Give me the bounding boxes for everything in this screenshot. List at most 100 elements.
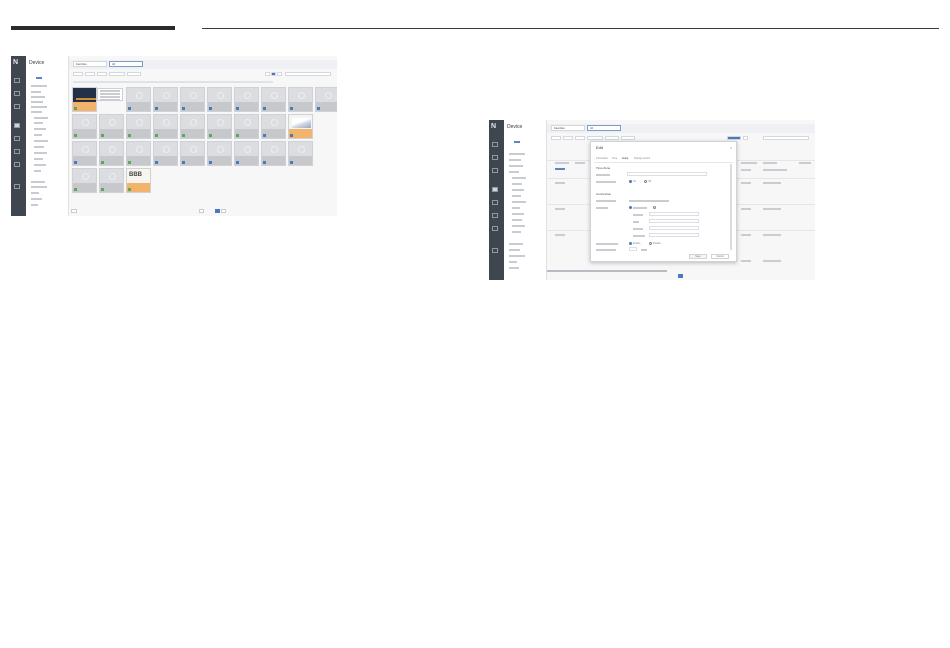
playlist-icon[interactable] <box>14 104 20 109</box>
proxy-radio[interactable] <box>653 206 656 209</box>
tree-item[interactable] <box>31 186 47 188</box>
device-tile[interactable] <box>153 114 178 139</box>
tree-root[interactable] <box>514 141 520 143</box>
settings-icon[interactable] <box>14 162 20 167</box>
tree-item[interactable] <box>509 249 520 251</box>
device-tile[interactable] <box>207 114 232 139</box>
device-tile[interactable] <box>99 114 124 139</box>
tree-item[interactable] <box>509 261 517 263</box>
tab-all[interactable]: All <box>109 61 143 67</box>
toolbar-button[interactable] <box>587 136 603 140</box>
tab-favorites[interactable]: Favorites <box>73 61 107 67</box>
device-tile[interactable] <box>153 141 178 166</box>
tree-item[interactable] <box>512 183 522 185</box>
tree-item[interactable] <box>34 122 43 124</box>
content-icon[interactable] <box>492 155 498 160</box>
tree-item[interactable] <box>512 231 521 233</box>
tree-item[interactable] <box>512 195 521 197</box>
device-tile[interactable] <box>126 87 151 112</box>
tree-item[interactable] <box>31 204 38 206</box>
address-field[interactable] <box>649 212 699 216</box>
dialog-tab-setup[interactable]: Setup <box>622 157 628 160</box>
device-tile[interactable] <box>288 87 313 112</box>
device-tile[interactable] <box>153 87 178 112</box>
tree-item[interactable] <box>34 140 48 142</box>
dst-off-radio[interactable] <box>644 180 647 183</box>
tree-item[interactable] <box>31 192 39 194</box>
device-tile[interactable] <box>261 87 286 112</box>
tab-all[interactable]: All <box>587 125 621 131</box>
enable-radio[interactable] <box>629 242 632 245</box>
toolbar-button[interactable] <box>85 72 95 76</box>
schedule-icon[interactable] <box>492 200 498 205</box>
tree-item[interactable] <box>512 213 524 215</box>
view-thumb-button[interactable] <box>277 72 282 76</box>
device-tile[interactable] <box>234 114 259 139</box>
tree-item[interactable] <box>512 189 524 191</box>
dialog-tab-display-control[interactable]: Display Control <box>634 157 650 160</box>
device-tile[interactable] <box>99 168 124 193</box>
view-grid-button[interactable] <box>743 136 748 140</box>
cancel-button[interactable]: Cancel <box>711 254 729 259</box>
tree-item[interactable] <box>509 267 519 269</box>
device-tile[interactable] <box>99 141 124 166</box>
toolbar-button[interactable] <box>621 136 635 140</box>
toolbar-button[interactable] <box>605 136 619 140</box>
user-icon[interactable] <box>492 213 498 218</box>
device-tile[interactable] <box>234 141 259 166</box>
toolbar-button[interactable] <box>575 136 585 140</box>
dialog-tab-information[interactable]: Information <box>596 157 608 160</box>
tree-item[interactable] <box>34 134 42 136</box>
search-input[interactable] <box>763 136 809 140</box>
device-tile[interactable] <box>288 141 313 166</box>
device-tile[interactable] <box>234 87 259 112</box>
device-tile[interactable]: BBB <box>126 168 151 193</box>
content-icon[interactable] <box>14 91 20 96</box>
tree-item[interactable] <box>509 243 523 245</box>
tree-item[interactable] <box>512 201 526 203</box>
tree-item[interactable] <box>512 225 525 227</box>
toolbar-button[interactable] <box>127 72 141 76</box>
dst-on-radio[interactable] <box>629 180 632 183</box>
tree-item[interactable] <box>31 181 45 183</box>
toolbar-button[interactable] <box>109 72 125 76</box>
tree-item[interactable] <box>31 91 41 93</box>
view-grid-button[interactable] <box>271 72 276 76</box>
tree-item[interactable] <box>31 111 42 113</box>
device-tile[interactable] <box>180 114 205 139</box>
search-input[interactable] <box>285 72 331 76</box>
tree-item[interactable] <box>31 96 45 98</box>
device-tile[interactable] <box>207 141 232 166</box>
toolbar-button[interactable] <box>97 72 107 76</box>
tree-item[interactable] <box>31 106 47 108</box>
prev-page-button[interactable] <box>199 209 204 213</box>
help-icon[interactable] <box>492 248 498 253</box>
next-page-button[interactable] <box>221 209 226 213</box>
tree-item[interactable] <box>31 101 43 103</box>
device-tile[interactable] <box>72 87 97 112</box>
tree-item[interactable] <box>34 146 44 148</box>
device-tile[interactable] <box>126 114 151 139</box>
device-tile[interactable] <box>72 168 97 193</box>
toolbar-button[interactable] <box>551 136 561 140</box>
close-icon[interactable]: × <box>730 145 732 150</box>
current-page[interactable] <box>215 209 220 213</box>
schedule-icon[interactable] <box>14 136 20 141</box>
device-tile[interactable] <box>126 141 151 166</box>
interval-field[interactable] <box>629 247 637 251</box>
device-tile[interactable] <box>315 87 337 112</box>
tree-item[interactable] <box>34 170 41 172</box>
port-field[interactable] <box>649 219 699 223</box>
tree-item[interactable] <box>34 152 47 154</box>
tab-favorites[interactable]: Favorites <box>551 125 585 131</box>
tree-item[interactable] <box>509 159 521 161</box>
save-button[interactable]: Save <box>689 254 707 259</box>
tree-item[interactable] <box>509 153 525 155</box>
tree-item[interactable] <box>509 171 519 173</box>
time-zone-select[interactable] <box>627 172 707 176</box>
tree-item[interactable] <box>509 165 523 167</box>
device-tile[interactable] <box>261 114 286 139</box>
user-id-field[interactable] <box>649 226 699 230</box>
tree-item[interactable] <box>34 128 46 130</box>
view-list-button[interactable] <box>265 72 270 76</box>
